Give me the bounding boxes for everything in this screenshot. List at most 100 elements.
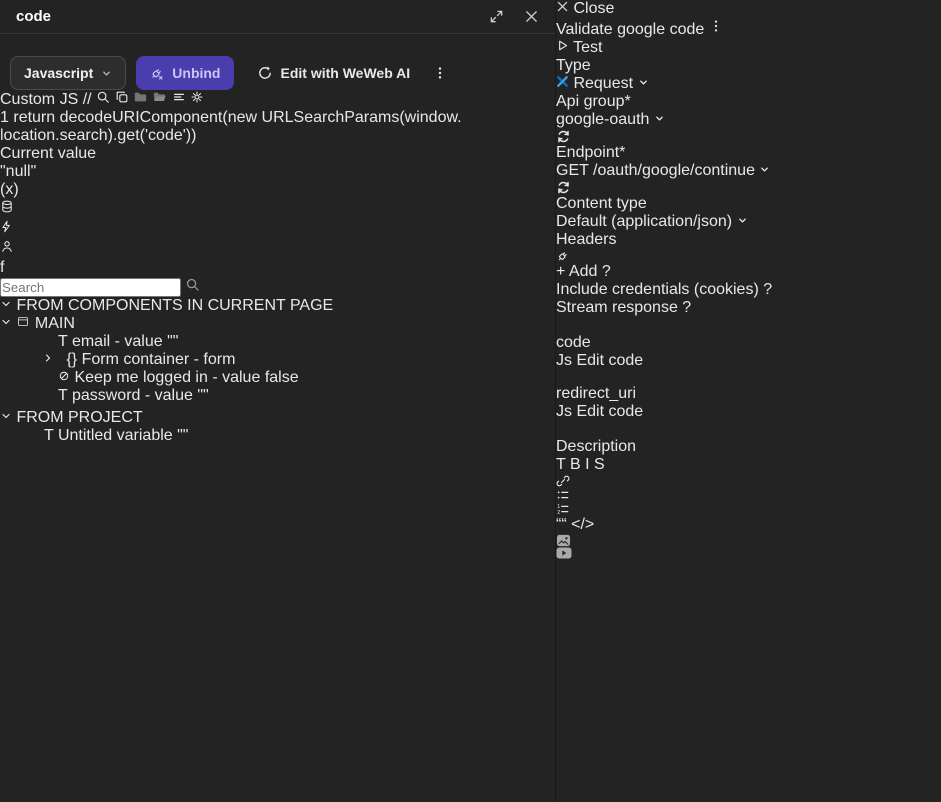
help-icon[interactable]: ? bbox=[763, 281, 772, 298]
tree-item-untitled-variable: T Untitled variable "" bbox=[0, 427, 555, 445]
tab-data[interactable] bbox=[0, 199, 555, 219]
variable-pill-email[interactable]: T email - value bbox=[58, 333, 167, 350]
link-button[interactable] bbox=[556, 474, 772, 488]
panel-title: code bbox=[16, 8, 52, 25]
tree-section-from-project[interactable]: FROM PROJECT bbox=[0, 409, 555, 427]
language-label: Javascript bbox=[24, 65, 94, 81]
content-type-select[interactable]: Default (application/json) bbox=[556, 213, 772, 231]
api-group-select[interactable]: google-oauth bbox=[556, 111, 772, 129]
bold-button[interactable]: B bbox=[570, 456, 581, 473]
refresh-api-group-button[interactable] bbox=[556, 129, 772, 144]
chevron-down-icon bbox=[0, 316, 12, 328]
bind-headers-button[interactable] bbox=[556, 249, 772, 263]
tab-formula[interactable]: (x) bbox=[0, 181, 555, 199]
comment-icon[interactable]: // bbox=[83, 91, 92, 108]
image-button[interactable] bbox=[556, 534, 772, 547]
close-icon bbox=[556, 0, 569, 13]
tree-group-main[interactable]: MAIN bbox=[0, 315, 555, 333]
unbind-icon bbox=[149, 66, 164, 81]
expand-icon[interactable] bbox=[489, 9, 504, 24]
variable-pill-password[interactable]: T password - value bbox=[58, 387, 197, 404]
action-title: Validate google code bbox=[556, 21, 705, 38]
current-value-box: "null" bbox=[0, 163, 37, 180]
edit-with-ai-button[interactable]: Edit with WeWeb AI bbox=[244, 56, 424, 90]
variable-pill-untitled[interactable]: T Untitled variable bbox=[44, 427, 177, 444]
ordered-list-button[interactable]: 12 bbox=[556, 502, 772, 516]
js-icon: Js bbox=[556, 352, 572, 369]
custom-js-label: Custom JS bbox=[0, 91, 79, 108]
component-tree: FROM COMPONENTS IN CURRENT PAGE MAIN T e… bbox=[0, 297, 555, 445]
svg-text:2: 2 bbox=[557, 510, 560, 516]
text-style-button[interactable]: T bbox=[556, 456, 565, 473]
database-icon bbox=[0, 199, 14, 214]
stream-toggle-row: Stream response ? bbox=[556, 299, 692, 316]
gear-icon[interactable] bbox=[190, 90, 204, 104]
action-header-card: Validate google code Test bbox=[556, 18, 772, 57]
play-icon bbox=[556, 39, 569, 52]
add-header-button[interactable]: + Add bbox=[556, 263, 597, 280]
variable-value: false bbox=[264, 369, 299, 386]
folder-icon[interactable] bbox=[133, 90, 148, 104]
endpoint-label: Endpoint* bbox=[556, 144, 626, 161]
unbind-label: Unbind bbox=[172, 65, 221, 81]
variable-value: "" bbox=[197, 387, 209, 404]
code-line-wrap: location.search).get('code')) bbox=[0, 127, 555, 145]
help-icon[interactable]: ? bbox=[602, 263, 611, 280]
richtext-toolbar: T B I S 12 ““ </> bbox=[556, 456, 772, 559]
italic-button[interactable]: I bbox=[585, 456, 589, 473]
workflow-action-panel: Close Validate google code Test Type Req… bbox=[556, 0, 772, 802]
headers-row: Headers + Add ? bbox=[556, 231, 772, 281]
tab-workflows[interactable] bbox=[0, 219, 555, 239]
bullet-list-button[interactable] bbox=[556, 488, 772, 502]
copy-icon[interactable] bbox=[115, 90, 129, 104]
chevron-down-icon bbox=[638, 77, 649, 88]
language-select[interactable]: Javascript bbox=[10, 56, 127, 90]
video-button[interactable] bbox=[556, 547, 772, 559]
close-panel-button[interactable]: Close bbox=[556, 0, 772, 18]
type-select[interactable]: Request bbox=[556, 75, 772, 93]
close-icon[interactable] bbox=[524, 9, 539, 24]
chevron-down-icon bbox=[759, 164, 770, 175]
variable-pill-form-container[interactable]: {} Form container - form bbox=[66, 351, 235, 368]
kebab-menu-icon[interactable] bbox=[709, 18, 723, 34]
help-icon[interactable]: ? bbox=[682, 299, 691, 316]
kebab-menu-icon[interactable] bbox=[433, 65, 447, 81]
strikethrough-button[interactable]: S bbox=[594, 456, 605, 473]
tree-item-form-container: {} Form container - form bbox=[0, 351, 555, 369]
variable-value: "" bbox=[167, 333, 179, 350]
test-button[interactable]: Test bbox=[556, 39, 772, 57]
search-input[interactable] bbox=[0, 278, 181, 297]
content-type-label: Content type bbox=[556, 195, 647, 212]
xano-icon bbox=[556, 75, 569, 88]
format-lines-icon[interactable] bbox=[172, 90, 186, 104]
type-label: Type bbox=[556, 57, 591, 74]
boolean-type-icon bbox=[58, 370, 70, 382]
code-line-1: 1 return decodeURIComponent(new URLSearc… bbox=[0, 109, 555, 127]
unbind-button[interactable]: Unbind bbox=[136, 56, 234, 90]
ai-refresh-icon bbox=[257, 65, 273, 81]
endpoint-select[interactable]: GET /oauth/google/continue bbox=[556, 162, 772, 180]
text-type-icon: T bbox=[58, 333, 68, 350]
panel-header: code bbox=[0, 0, 555, 34]
edit-redirect-code-button[interactable]: Js Edit code bbox=[556, 403, 772, 421]
variable-pill-keep-logged[interactable]: Keep me logged in - value bbox=[58, 369, 265, 386]
text-type-icon: T bbox=[58, 387, 68, 404]
refresh-endpoint-button[interactable] bbox=[556, 180, 772, 195]
code-text-continued: location.search).get('code')) bbox=[0, 127, 197, 144]
headers-label: Headers bbox=[556, 231, 617, 248]
tab-user[interactable] bbox=[0, 239, 555, 259]
tab-functions[interactable]: f bbox=[0, 259, 555, 277]
code-editor[interactable]: 1 return decodeURIComponent(new URLSearc… bbox=[0, 109, 555, 145]
edit-code-button[interactable]: Js Edit code bbox=[556, 352, 772, 370]
person-icon bbox=[0, 239, 14, 254]
code-button[interactable]: </> bbox=[571, 516, 594, 533]
quote-button[interactable]: ““ bbox=[556, 516, 567, 533]
tree-item-email: T email - value "" bbox=[0, 333, 555, 351]
binding-source-tabs: (x) f bbox=[0, 181, 555, 277]
tree-section-current-page[interactable]: FROM COMPONENTS IN CURRENT PAGE bbox=[0, 297, 555, 315]
chevron-right-icon[interactable] bbox=[42, 352, 54, 364]
code-text: return decodeURIComponent(new URLSearchP… bbox=[13, 109, 462, 126]
current-value-label: Current value bbox=[0, 145, 97, 162]
folder-open-icon[interactable] bbox=[152, 90, 167, 104]
search-icon[interactable] bbox=[96, 90, 110, 104]
